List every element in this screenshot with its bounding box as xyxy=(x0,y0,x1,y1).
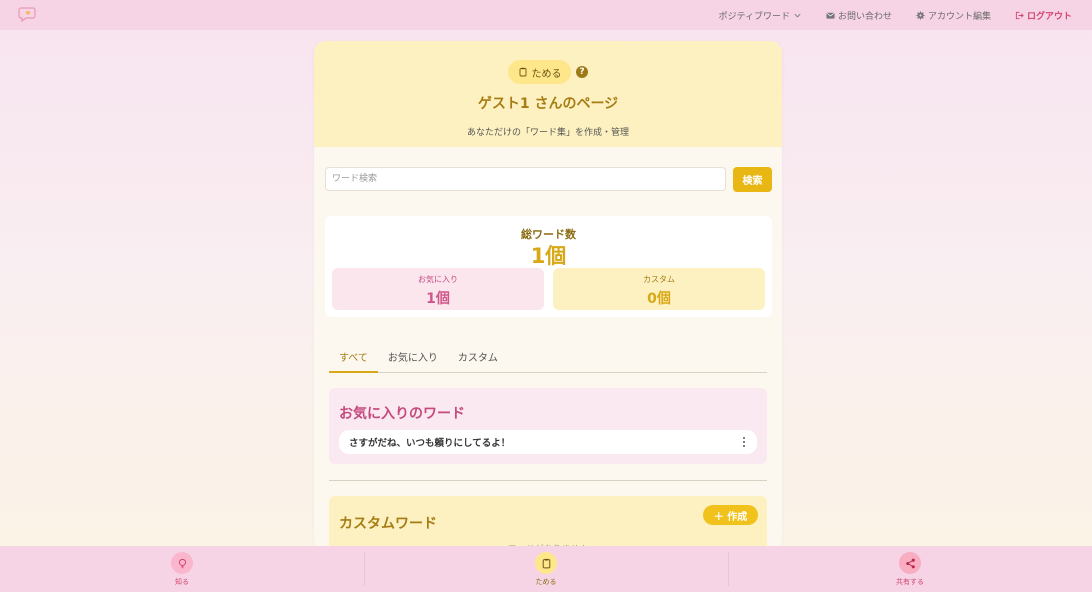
logout-link[interactable]: ログアウト xyxy=(1015,9,1072,22)
more-vertical-icon[interactable] xyxy=(741,436,747,448)
bottom-nav-save[interactable]: ためる xyxy=(364,546,728,592)
favorites-section: お気に入りのワード さすがだね、いつも頼りにしてるよ！ xyxy=(329,388,767,464)
logout-label: ログアウト xyxy=(1026,11,1072,22)
card-header: ためる ? ゲスト1 さんのページ あなただけの「ワード集」を作成・管理 xyxy=(314,41,782,147)
favorites-title: お気に入りのワード xyxy=(339,406,465,422)
logout-icon xyxy=(1015,11,1024,19)
bottom-nav-save-label: ためる xyxy=(535,578,557,586)
stats-panel: 総ワード数 1個 お気に入り 1個 カスタム 0個 xyxy=(325,216,772,317)
tab-favorites[interactable]: お気に入り xyxy=(378,347,448,373)
favorites-stat: お気に入り 1個 xyxy=(332,268,544,310)
favorites-stat-value: 1個 xyxy=(426,291,450,307)
contact-label: お問い合わせ xyxy=(837,11,892,22)
help-icon[interactable]: ? xyxy=(576,66,588,78)
page-title: ゲスト1 さんのページ xyxy=(477,96,619,112)
custom-title: カスタムワード xyxy=(339,516,437,532)
create-button[interactable]: ＋ 作成 xyxy=(703,505,758,525)
custom-stat-value: 0個 xyxy=(647,291,671,307)
tab-custom[interactable]: カスタム xyxy=(448,347,508,373)
bottom-nav-share-circle xyxy=(899,552,921,574)
divider xyxy=(329,480,767,481)
logo-icon[interactable] xyxy=(18,4,38,24)
bottom-nav-know[interactable]: 知る xyxy=(0,546,364,592)
bottom-nav-know-label: 知る xyxy=(175,578,189,586)
total-words-value: 1個 xyxy=(530,244,567,268)
mode-label: ためる xyxy=(531,68,562,80)
bottom-nav: 知る ためる 共有する xyxy=(0,546,1092,592)
clipboard-icon xyxy=(519,67,526,77)
mode-badge: ためる xyxy=(508,60,571,84)
list-item[interactable]: さすがだね、いつも頼りにしてるよ！ xyxy=(339,430,757,454)
page-subtitle: あなただけの「ワード集」を作成・管理 xyxy=(466,128,629,138)
top-nav: ポジティブワード お問い合わせ アカウント編集 ログアウト xyxy=(0,0,1092,30)
bottom-nav-share[interactable]: 共有する xyxy=(728,546,1092,592)
search-button[interactable]: 検索 xyxy=(733,167,772,192)
custom-section: カスタムワード ＋ 作成 ワードがありません xyxy=(329,496,767,551)
bottom-nav-save-circle xyxy=(535,552,557,574)
favorites-stat-label: お気に入り xyxy=(418,275,458,284)
main-card: ためる ? ゲスト1 さんのページ あなただけの「ワード集」を作成・管理 検索 … xyxy=(314,41,782,551)
word-tabs: すべて お気に入り カスタム xyxy=(329,347,767,373)
bottom-nav-know-circle xyxy=(171,552,193,574)
clipboard-icon xyxy=(542,558,550,568)
chevron-down-icon xyxy=(794,13,801,18)
share-icon xyxy=(905,558,915,568)
contact-link[interactable]: お問い合わせ xyxy=(826,9,892,22)
lightbulb-icon xyxy=(178,558,186,568)
mail-icon xyxy=(826,12,835,19)
gear-icon xyxy=(916,10,925,20)
bottom-nav-share-label: 共有する xyxy=(896,578,924,586)
custom-stat: カスタム 0個 xyxy=(553,268,765,310)
tab-all[interactable]: すべて xyxy=(329,347,378,373)
custom-stat-label: カスタム xyxy=(643,275,675,284)
account-edit-link[interactable]: アカウント編集 xyxy=(916,9,991,22)
account-edit-label: アカウント編集 xyxy=(927,11,991,22)
word-text: さすがだね、いつも頼りにしてるよ！ xyxy=(349,438,511,449)
positive-words-menu[interactable]: ポジティブワード xyxy=(718,9,801,22)
search-input[interactable] xyxy=(325,167,726,191)
positive-words-label: ポジティブワード xyxy=(718,11,790,22)
